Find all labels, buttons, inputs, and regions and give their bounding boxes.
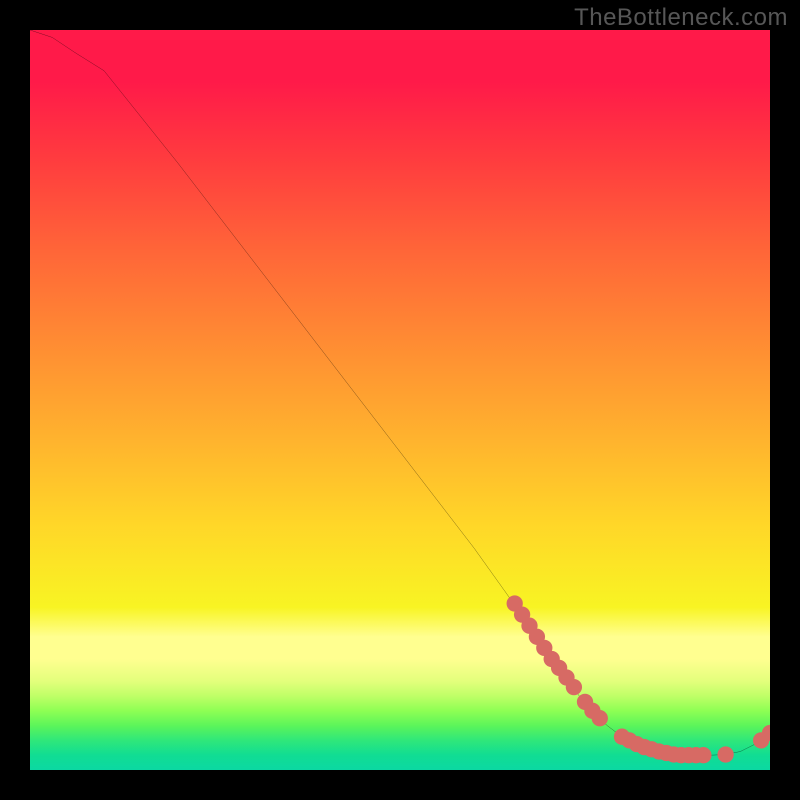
watermark-text: TheBottleneck.com (574, 4, 788, 32)
marker-group (507, 595, 770, 763)
chart-overlay (30, 30, 770, 770)
curve-line (30, 30, 770, 755)
marker-point (566, 679, 582, 695)
marker-point (717, 746, 733, 762)
marker-point (695, 747, 711, 763)
chart-stage: TheBottleneck.com (0, 0, 800, 800)
plot-area (30, 30, 770, 770)
marker-point (592, 710, 608, 726)
